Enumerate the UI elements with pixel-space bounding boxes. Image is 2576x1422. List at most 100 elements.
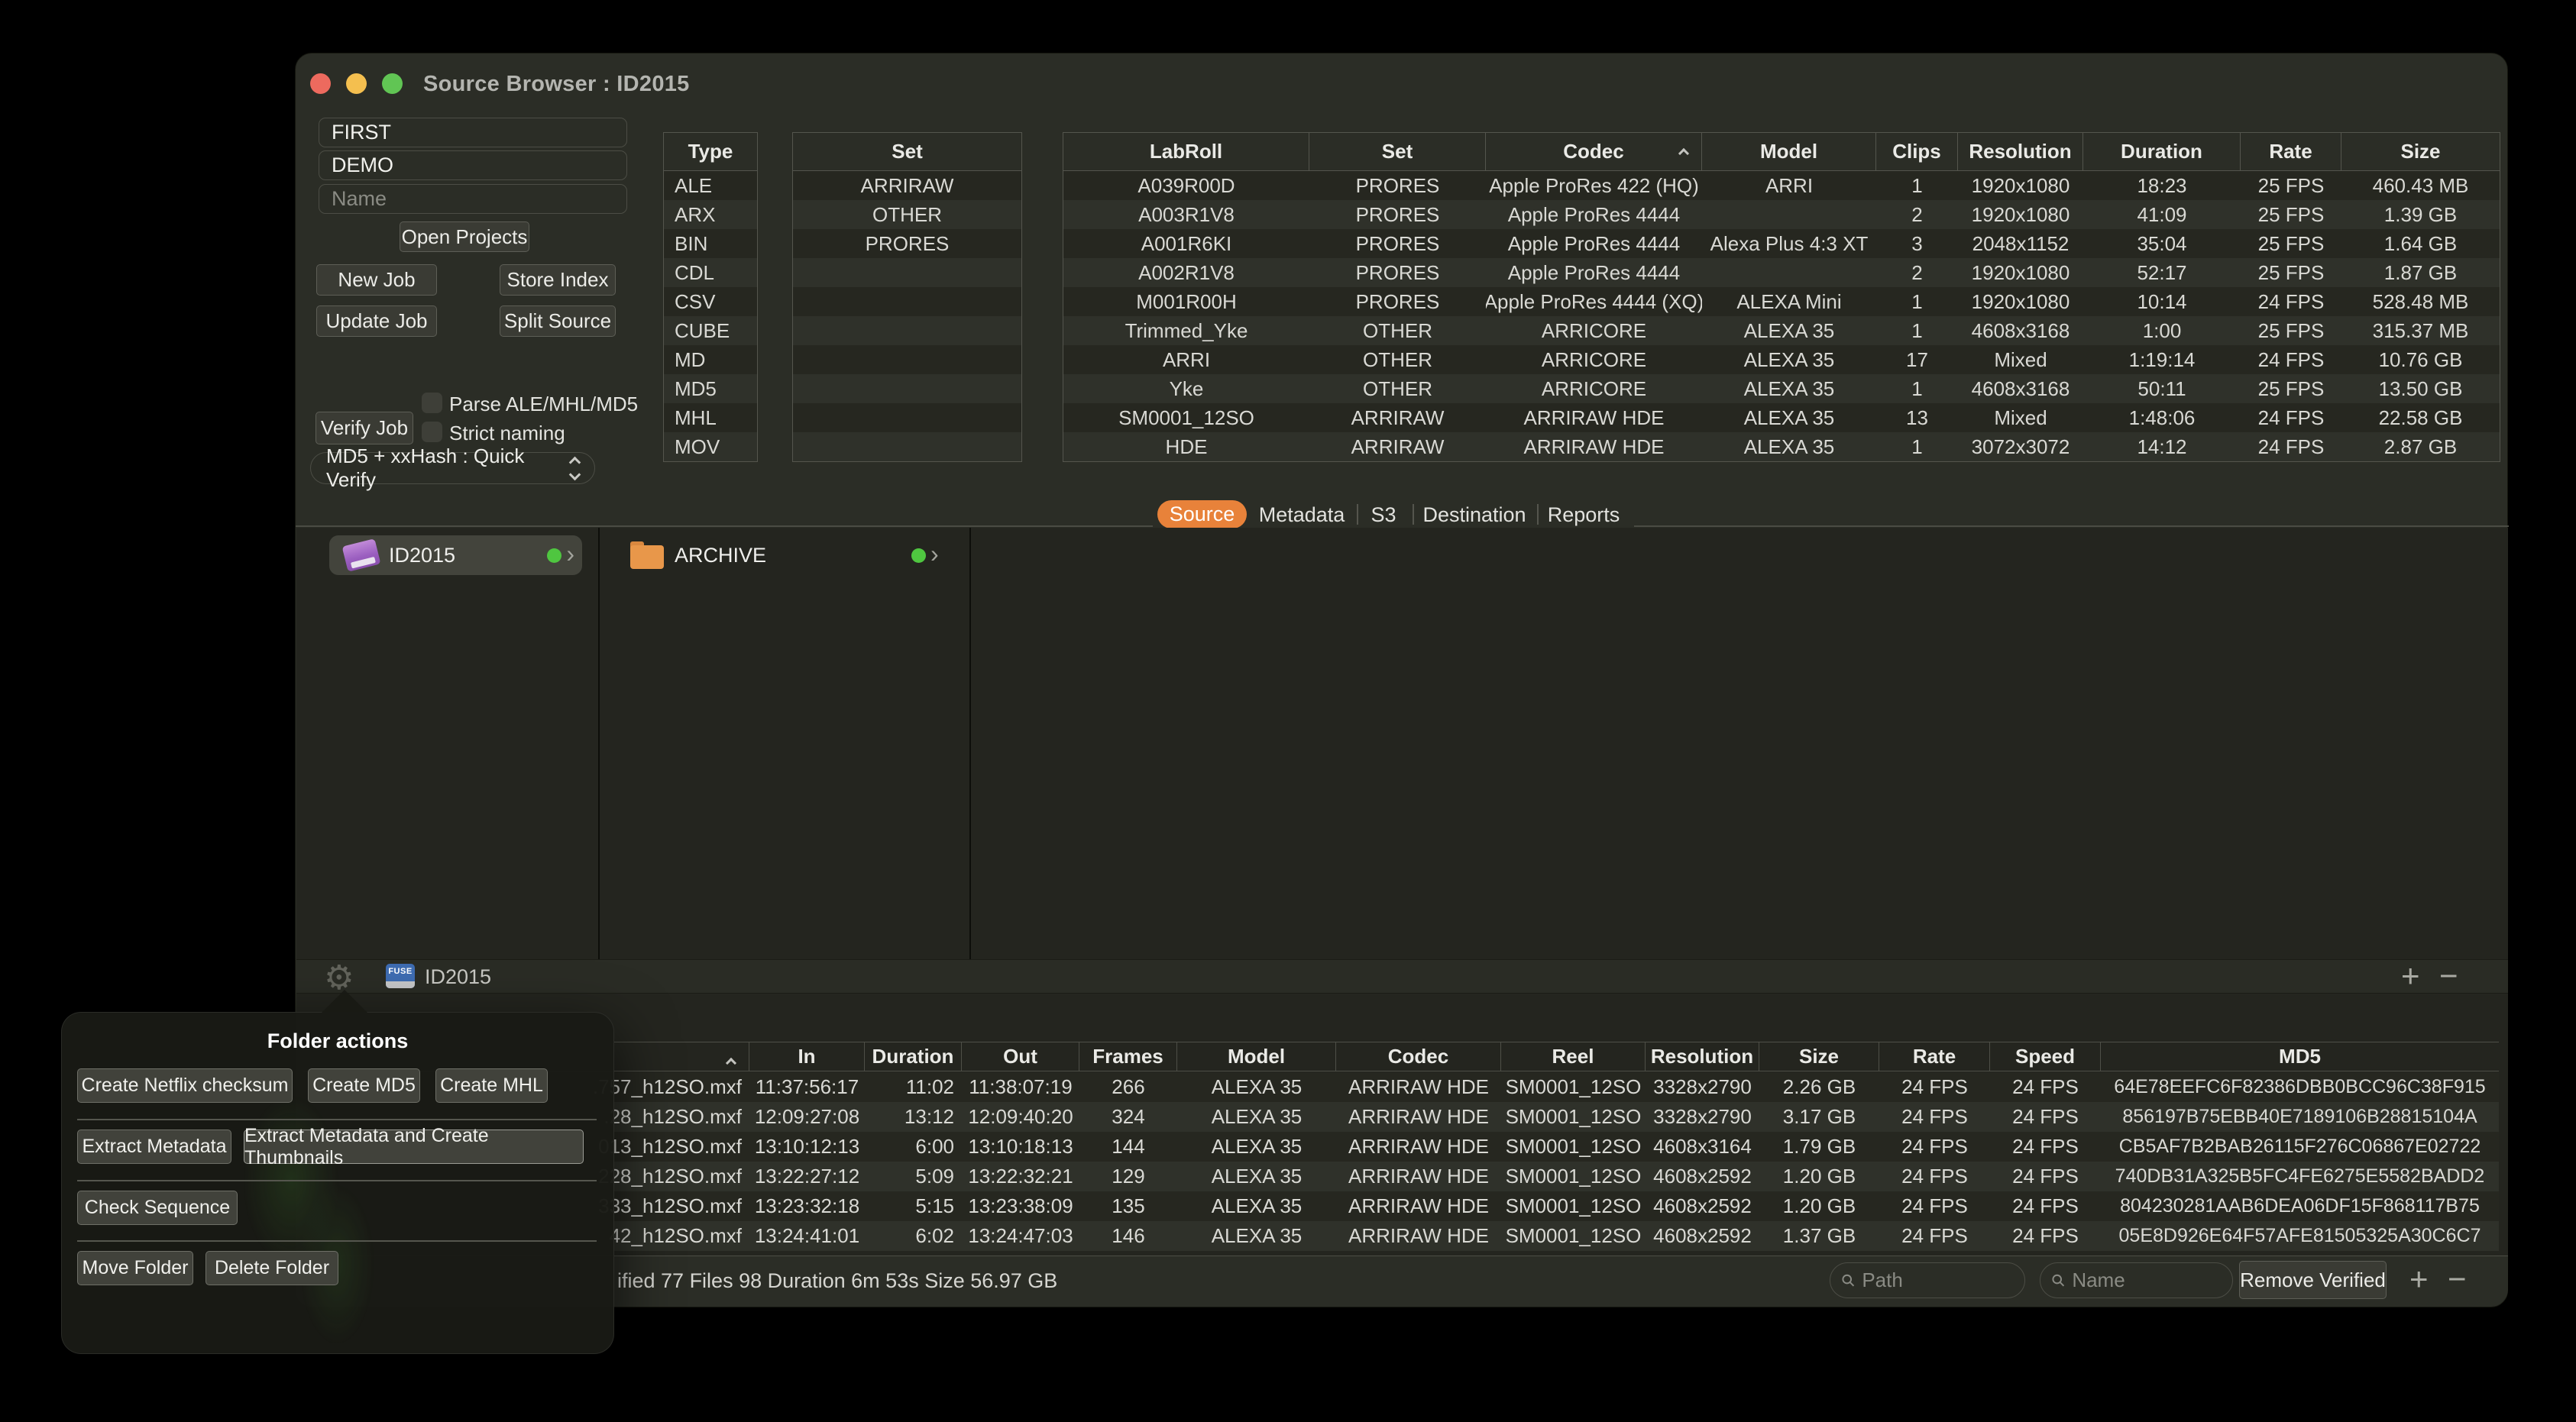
remove-folder-button[interactable]: − [2439,958,2458,994]
parse-ale-mhl-md5-checkbox[interactable] [422,393,442,413]
column-duration[interactable]: Duration [865,1042,962,1071]
set-list-item[interactable] [793,374,1021,403]
tab-metadata[interactable]: Metadata [1259,503,1345,527]
zoom-window-button[interactable] [382,73,403,94]
verify-job-button[interactable]: Verify Job [316,412,413,444]
type-list-item[interactable]: MD5 [664,374,757,403]
column-model[interactable]: Model [1177,1042,1336,1071]
close-window-button[interactable] [310,73,331,94]
tab-destination[interactable]: Destination [1422,503,1526,527]
type-list-item[interactable]: MOV [664,432,757,461]
column-clips[interactable]: Clips [1876,133,1958,170]
check-sequence-button[interactable]: Check Sequence [77,1191,238,1225]
extract-metadata-button[interactable]: Extract Metadata [77,1130,231,1164]
store-index-button[interactable]: Store Index [500,264,616,296]
source-table-row[interactable]: A002R1V8PRORES Apple ProRes 4444 21920x1… [1063,258,2500,287]
column-size[interactable]: Size [1759,1042,1879,1071]
open-projects-button[interactable]: Open Projects [400,221,529,252]
browser-item-archive[interactable]: ARCHIVE [630,535,951,575]
clips-table-header: In Duration Out Frames Model Codec Reel … [303,1042,2499,1071]
clip-row[interactable]: .28_h12SO.mxf12:09:27:08 13:1212:09:40:2… [303,1102,2499,1132]
column-resolution[interactable]: Resolution [1646,1042,1759,1071]
create-md5-button[interactable]: Create MD5 [308,1068,420,1103]
name-search-input[interactable] [2072,1268,2222,1292]
update-job-button[interactable]: Update Job [316,305,437,337]
source-table-row[interactable]: ARRIOTHER ARRICOREALEXA 35 17Mixed 1:19:… [1063,345,2500,374]
set-list-item[interactable]: ARRIRAW [793,171,1021,200]
browser-item-id2015[interactable]: ID2015 › [329,535,582,575]
extract-metadata-thumbnails-button[interactable]: Extract Metadata and Create Thumbnails [244,1130,584,1164]
source-table-row[interactable]: YkeOTHER ARRICOREALEXA 35 14608x3168 50:… [1063,374,2500,403]
remove-verified-button[interactable]: Remove Verified [2239,1261,2387,1299]
source-table-row[interactable]: M001R00HPRORES Apple ProRes 4444 (XQ)ALE… [1063,287,2500,316]
folder-icon [630,541,664,569]
path-search-input[interactable] [1862,1268,2014,1292]
type-list-item[interactable]: BIN [664,229,757,258]
set-list-item[interactable]: OTHER [793,200,1021,229]
source-table-row[interactable]: A039R00DPRORES Apple ProRes 422 (HQ)ARRI… [1063,171,2500,200]
split-source-button[interactable]: Split Source [500,305,616,337]
type-list-item[interactable]: ALE [664,171,757,200]
type-list-item[interactable]: MHL [664,403,757,432]
create-netflix-checksum-button[interactable]: Create Netflix checksum [77,1068,293,1103]
clip-row[interactable]: 42_h12SO.mxf13:24:41:01 6:0213:24:47:03 … [303,1221,2499,1251]
tab-source[interactable]: Source [1157,500,1247,528]
source-table-row[interactable]: HDEARRIRAW ARRIRAW HDEALEXA 35 13072x307… [1063,432,2500,461]
column-out[interactable]: Out [962,1042,1079,1071]
delete-folder-button[interactable]: Delete Folder [205,1251,338,1285]
column-rate[interactable]: Rate [1879,1042,1990,1071]
type-filter-list: Type ALEARXBINCDLCSVCUBEMDMD5MHLMOV [663,132,758,462]
column-size[interactable]: Size [2341,133,2500,170]
type-list-item[interactable]: ARX [664,200,757,229]
column-rate[interactable]: Rate [2241,133,2341,170]
name-search-field[interactable] [2040,1262,2233,1298]
set-list-item[interactable]: PRORES [793,229,1021,258]
column-model[interactable]: Model [1702,133,1876,170]
move-folder-button[interactable]: Move Folder [77,1251,193,1285]
add-clip-button[interactable]: + [2409,1261,2429,1298]
add-folder-button[interactable]: + [2401,958,2420,994]
type-list-item[interactable]: CSV [664,287,757,316]
create-mhl-button[interactable]: Create MHL [435,1068,548,1103]
set-list-item[interactable] [793,287,1021,316]
set-list-item[interactable] [793,345,1021,374]
remove-clip-button[interactable]: − [2448,1261,2467,1298]
source-table-row[interactable]: A001R6KIPRORES Apple ProRes 4444Alexa Pl… [1063,229,2500,258]
column-labroll[interactable]: LabRoll [1063,133,1309,170]
column-frames[interactable]: Frames [1079,1042,1177,1071]
tab-reports[interactable]: Reports [1548,503,1620,527]
strict-naming-checkbox[interactable] [422,422,442,442]
clip-row[interactable]: .757_h12SO.mxf11:37:56:17 11:0211:38:07:… [303,1072,2499,1102]
minimize-window-button[interactable] [346,73,367,94]
type-list-item[interactable]: CDL [664,258,757,287]
path-search-field[interactable] [1830,1262,2025,1298]
column-resolution[interactable]: Resolution [1958,133,2083,170]
demo-field[interactable] [319,150,627,180]
source-table-row[interactable]: Trimmed_YkeOTHER ARRICOREALEXA 35 14608x… [1063,316,2500,345]
column-reel[interactable]: Reel [1501,1042,1646,1071]
project-field[interactable] [319,118,627,147]
new-job-button[interactable]: New Job [316,264,437,296]
tab-s3[interactable]: S3 [1371,503,1396,527]
column-speed[interactable]: Speed [1990,1042,2101,1071]
set-list-item[interactable] [793,258,1021,287]
column-codec[interactable]: Codec [1486,133,1702,170]
column-duration[interactable]: Duration [2083,133,2241,170]
set-list-item[interactable] [793,403,1021,432]
verify-mode-dropdown[interactable]: MD5 + xxHash : Quick Verify [310,452,595,484]
source-table-row[interactable]: A003R1V8PRORES Apple ProRes 4444 21920x1… [1063,200,2500,229]
column-set[interactable]: Set [1309,133,1486,170]
clip-row[interactable]: 013_h12SO.mxf13:10:12:13 6:0013:10:18:13… [303,1132,2499,1162]
name-field[interactable] [319,184,627,214]
set-list-item[interactable] [793,432,1021,461]
source-table-row[interactable]: SM0001_12SOARRIRAW ARRIRAW HDEALEXA 35 1… [1063,403,2500,432]
column-in[interactable]: In [749,1042,865,1071]
column-codec[interactable]: Codec [1336,1042,1501,1071]
type-list-item[interactable]: MD [664,345,757,374]
set-list-header: Set [793,133,1021,171]
clip-row[interactable]: 228_h12SO.mxf13:22:27:12 5:0913:22:32:21… [303,1162,2499,1191]
column-md5[interactable]: MD5 [2101,1042,2499,1071]
type-list-item[interactable]: CUBE [664,316,757,345]
set-list-item[interactable] [793,316,1021,345]
clip-row[interactable]: 333_h12SO.mxf13:23:32:18 5:1513:23:38:09… [303,1191,2499,1221]
